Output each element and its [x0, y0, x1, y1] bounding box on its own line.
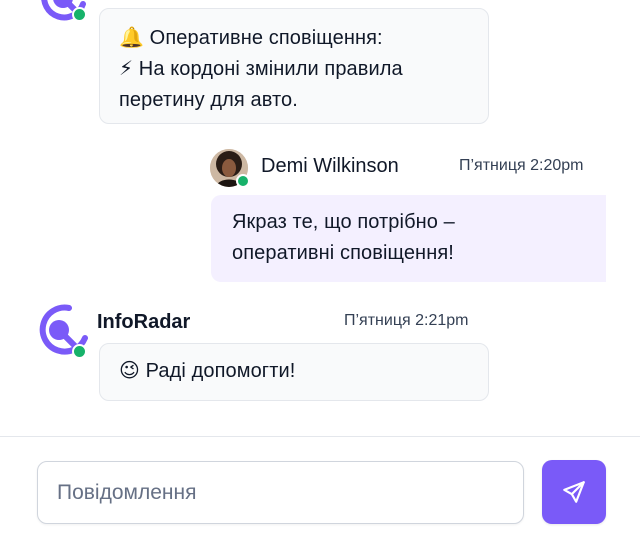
sender-name: Demi Wilkinson: [261, 155, 399, 177]
inforadar-avatar-top: [35, 0, 91, 26]
message-line: Якраз те, що потрібно –: [232, 211, 455, 233]
online-status-dot: [72, 344, 87, 359]
composer-divider: [0, 436, 640, 437]
message-line: 🔔 Оперативне сповіщення:: [119, 27, 383, 49]
message-line: перетину для авто.: [119, 89, 298, 111]
own-message-bubble: Якраз те, що потрібно – оперативні спові…: [211, 195, 606, 282]
message-timestamp: П’ятниця 2:20pm: [459, 157, 584, 174]
bot-message-bubble: 🔔 Оперативне сповіщення: ⚡ На кордоні зм…: [99, 8, 489, 124]
message-line: ⚡ На кордоні змінили правила: [119, 58, 403, 80]
sender-name: InfoRadar: [97, 311, 191, 333]
send-button[interactable]: [542, 460, 606, 524]
send-icon: [563, 481, 585, 503]
message-input[interactable]: [37, 461, 524, 524]
inforadar-avatar: [35, 304, 91, 360]
message-line: 😉 Раді допомогти!: [119, 360, 296, 382]
bot-message-bubble: 😉 Раді допомогти!: [99, 343, 489, 401]
online-status-dot: [72, 7, 87, 22]
online-status-dot: [236, 174, 250, 188]
message-timestamp: П’ятниця 2:21pm: [344, 312, 469, 329]
message-line: оперативні сповіщення!: [232, 242, 454, 264]
